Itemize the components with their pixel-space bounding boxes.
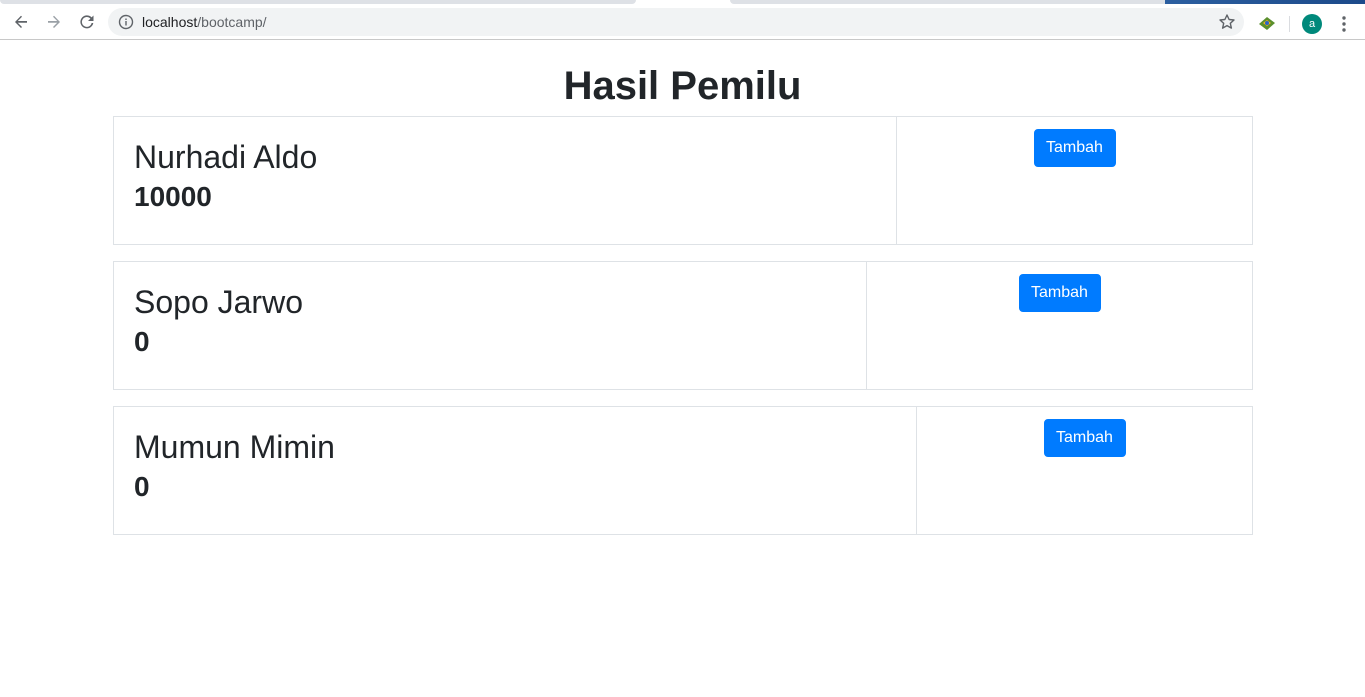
toolbar-divider [1289, 16, 1290, 32]
candidate-card: Nurhadi Aldo 10000 Tambah [113, 116, 1253, 245]
candidate-name: Mumun Mimin [134, 429, 335, 465]
tambah-button[interactable]: Tambah [1033, 129, 1116, 167]
reload-button[interactable] [75, 10, 99, 34]
star-icon[interactable] [1218, 13, 1236, 31]
candidate-votes: 0 [134, 326, 150, 357]
candidate-card: Mumun Mimin 0 Tambah [113, 406, 1253, 535]
tambah-button[interactable]: Tambah [1043, 419, 1126, 457]
forward-icon [48, 15, 60, 28]
page-title: Hasil Pemilu [563, 64, 802, 108]
info-icon[interactable] [118, 14, 134, 30]
address-bar[interactable]: localhost/bootcamp/ [108, 8, 1244, 36]
profile-avatar[interactable]: a [1302, 14, 1322, 34]
menu-icon[interactable] [1336, 14, 1352, 34]
candidate-actions: Tambah [917, 407, 1252, 534]
tambah-button[interactable]: Tambah [1018, 274, 1101, 312]
url-host: localhost [142, 14, 198, 30]
forward-button[interactable] [42, 10, 66, 34]
candidate-name: Nurhadi Aldo [134, 139, 318, 175]
candidate-card: Sopo Jarwo 0 Tambah [113, 261, 1253, 390]
back-button[interactable] [9, 10, 33, 34]
candidate-actions: Tambah [867, 262, 1252, 389]
reload-icon [80, 15, 94, 29]
candidate-name: Sopo Jarwo [134, 284, 303, 320]
candidate-votes: 0 [134, 471, 150, 502]
url-path: /bootcamp/ [197, 14, 267, 30]
candidate-actions: Tambah [897, 117, 1252, 244]
candidate-votes: 10000 [134, 181, 212, 212]
browser-toolbar: localhost/bootcamp/ a [0, 4, 1365, 40]
url-text: localhost/bootcamp/ [142, 14, 267, 30]
candidate-info: Nurhadi Aldo 10000 [114, 117, 897, 244]
back-icon [15, 15, 27, 28]
candidate-info: Sopo Jarwo 0 [114, 262, 867, 389]
candidate-info: Mumun Mimin 0 [114, 407, 917, 534]
extension-icon[interactable] [1257, 14, 1277, 32]
